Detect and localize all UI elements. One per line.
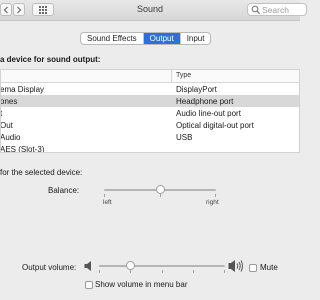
device-type: USB <box>176 133 193 142</box>
show-volume-menubar-checkbox[interactable] <box>85 281 93 289</box>
mute-label: Mute <box>260 263 278 272</box>
table-row[interactable]: Out Optical digital-out port <box>1 119 299 131</box>
device-table[interactable]: Type ema Display DisplayPort ones Headph… <box>0 69 300 153</box>
output-volume-knob[interactable] <box>126 261 135 270</box>
device-name: ones <box>0 97 18 106</box>
balance-left-label: left <box>103 199 112 206</box>
balance-label: Balance: <box>48 186 80 195</box>
table-header: Type <box>1 70 299 83</box>
device-type: Audio line-out port <box>176 109 241 118</box>
output-volume-label: Output volume: <box>22 263 77 272</box>
search-placeholder: Search <box>262 5 289 15</box>
tab-input[interactable]: Input <box>181 33 211 44</box>
tab-bar: Sound Effects Output Input <box>80 32 212 45</box>
output-volume-track[interactable] <box>99 265 225 267</box>
device-name: t <box>0 109 3 118</box>
device-type: Headphone port <box>176 97 234 106</box>
device-type: Optical digital-out port <box>176 121 254 130</box>
balance-tick <box>104 194 105 197</box>
device-name: AES (Slot-3) <box>0 145 45 153</box>
show-volume-menubar-label: Show volume in menu bar <box>95 280 188 289</box>
column-divider <box>171 70 172 82</box>
device-name: Out <box>0 121 13 130</box>
volume-tick <box>130 270 131 273</box>
type-column-header[interactable]: Type <box>176 72 191 79</box>
balance-tick <box>215 194 216 197</box>
device-name: ema Display <box>0 85 45 94</box>
settings-section-label: for the selected device: <box>0 168 83 177</box>
table-row-selected[interactable]: ones Headphone port <box>1 95 299 107</box>
volume-tick <box>224 270 225 273</box>
title-bar: Sound Search <box>0 0 307 21</box>
device-name: Audio <box>0 133 21 142</box>
search-icon <box>251 5 261 15</box>
table-row[interactable]: t Audio line-out port <box>1 107 299 119</box>
table-row[interactable]: ema Display DisplayPort <box>1 83 299 95</box>
speaker-low-icon <box>84 261 91 271</box>
volume-tick <box>162 270 163 273</box>
balance-tick <box>160 194 161 197</box>
speaker-high-icon <box>228 260 243 272</box>
tab-output[interactable]: Output <box>143 33 181 44</box>
table-row[interactable]: AES (Slot-3) <box>0 143 299 153</box>
device-section-label: a device for sound output: <box>0 55 101 64</box>
tab-sound-effects[interactable]: Sound Effects <box>81 33 144 44</box>
volume-tick <box>99 270 100 273</box>
search-field[interactable]: Search <box>247 3 307 16</box>
device-type: DisplayPort <box>176 85 217 94</box>
balance-right-label: right <box>206 199 219 206</box>
mute-checkbox[interactable] <box>249 264 257 272</box>
table-row[interactable]: Audio USB <box>1 131 299 143</box>
volume-tick <box>193 270 194 273</box>
balance-slider-knob[interactable] <box>155 185 165 194</box>
